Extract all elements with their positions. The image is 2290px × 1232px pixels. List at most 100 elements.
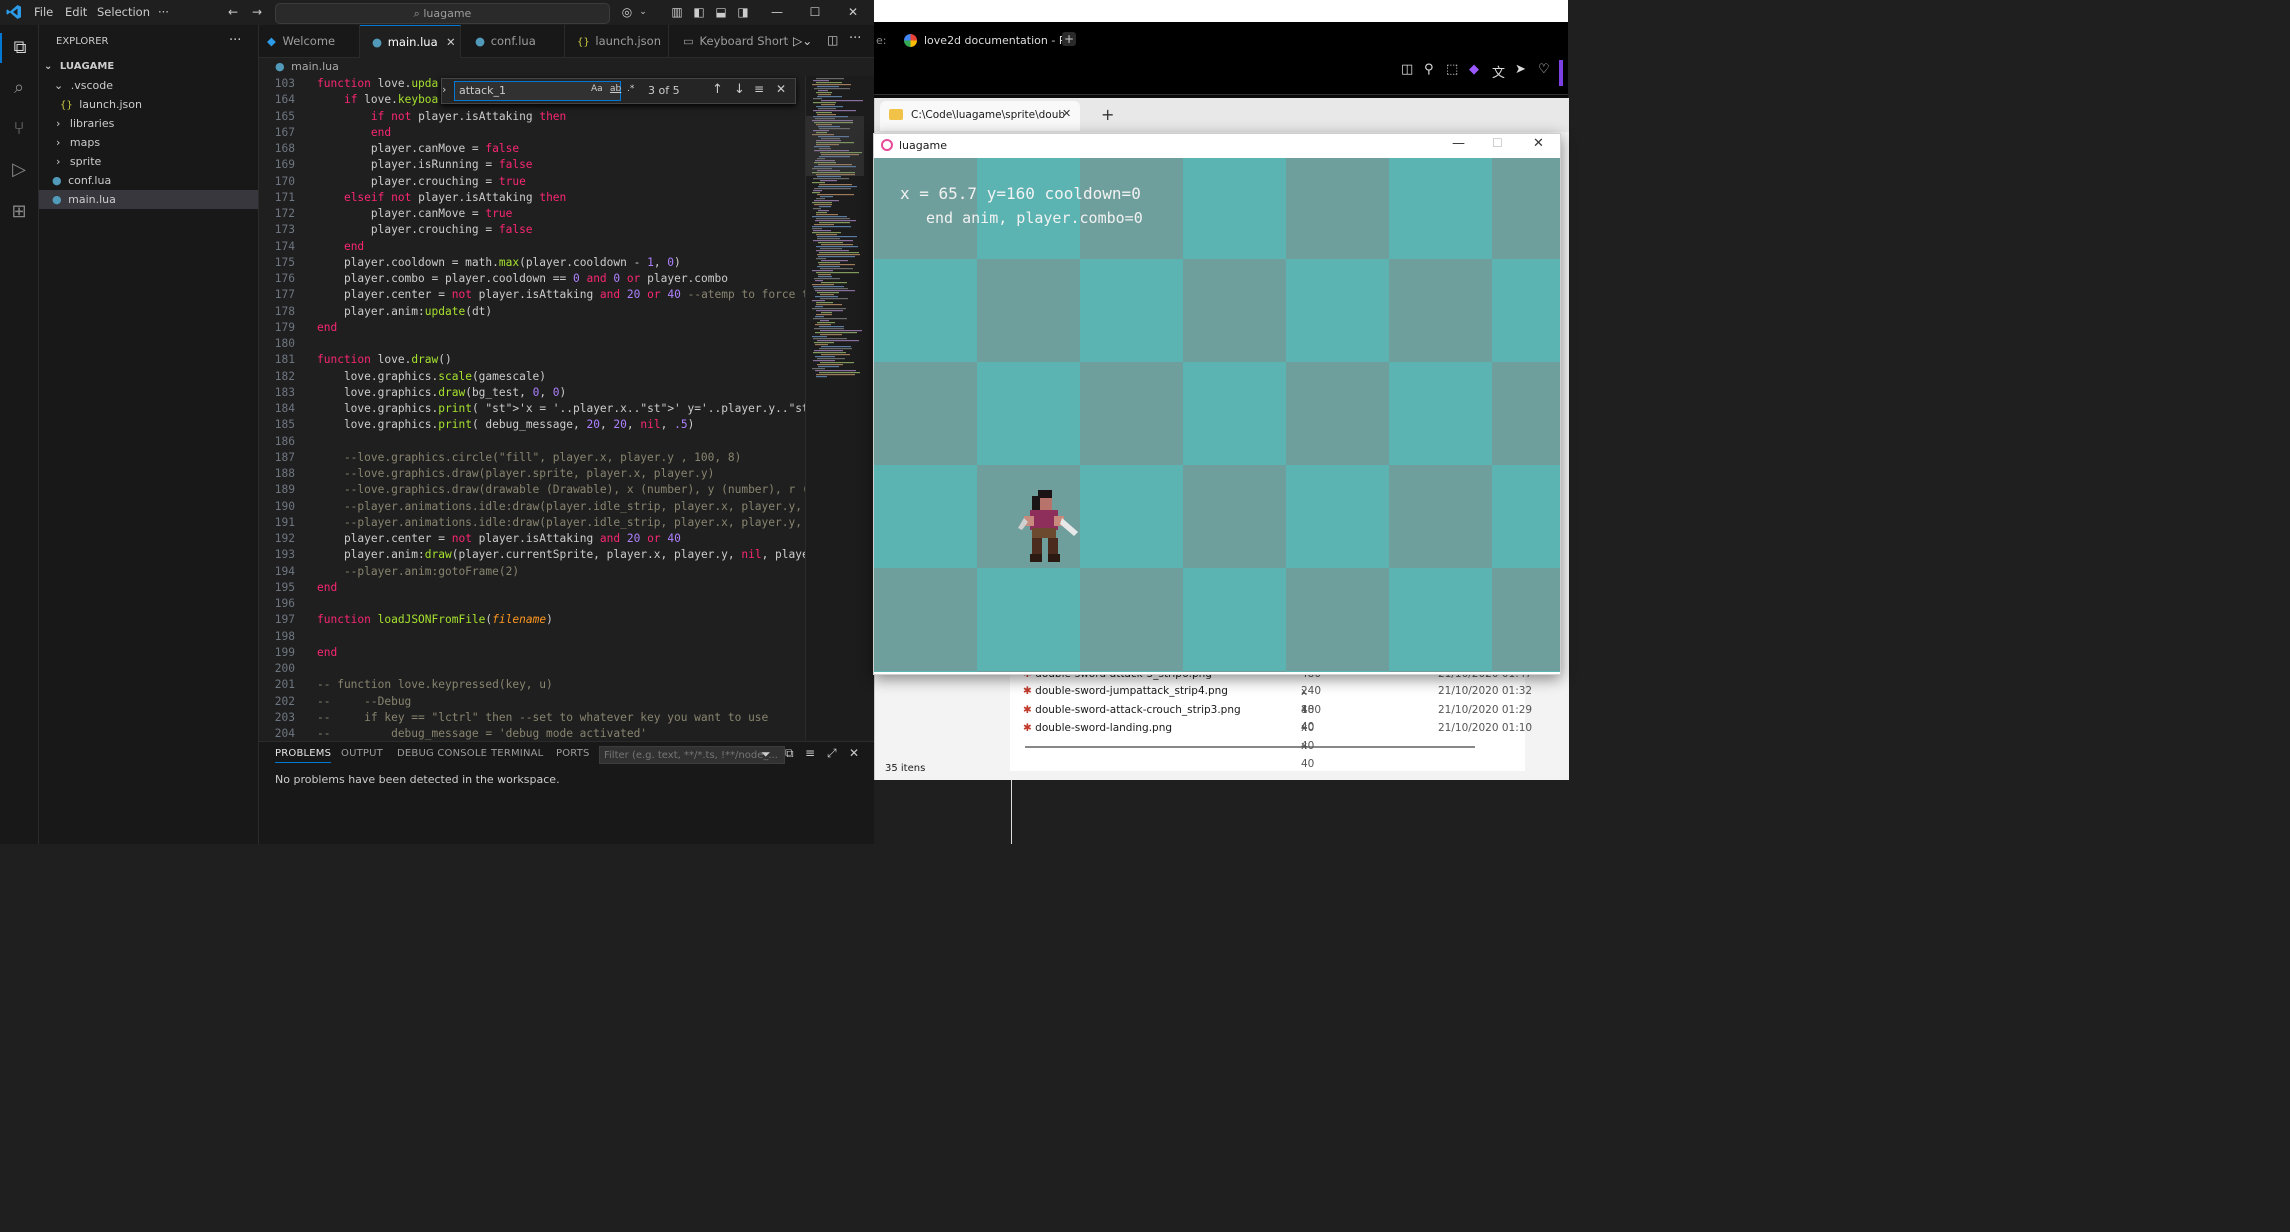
browser-tab-partial[interactable]: e: bbox=[876, 34, 886, 47]
collapse-all-icon[interactable]: ⧉ bbox=[785, 746, 794, 761]
minimize-icon[interactable]: — bbox=[1452, 136, 1465, 151]
copilot-icon[interactable]: ◎ bbox=[620, 5, 634, 19]
tab-launch-json[interactable]: {} launch.json bbox=[565, 25, 669, 57]
tree-item-sprite[interactable]: › sprite bbox=[39, 152, 258, 171]
run-debug-icon[interactable]: ▷ bbox=[4, 155, 34, 185]
image-file-icon: ✱ bbox=[1023, 704, 1032, 716]
close-icon[interactable]: ✕ bbox=[776, 82, 786, 96]
new-tab-icon[interactable]: + bbox=[1101, 105, 1114, 124]
toggle-secondary-sidebar-icon[interactable]: ◨ bbox=[736, 5, 750, 19]
find-in-selection-icon[interactable]: ≡ bbox=[754, 82, 764, 96]
more-actions-icon[interactable]: ··· bbox=[229, 33, 241, 48]
panel-tab-terminal[interactable]: TERMINAL bbox=[491, 748, 543, 759]
line-number: 185 bbox=[274, 418, 295, 432]
match-case-toggle[interactable]: Aa bbox=[591, 84, 603, 94]
browser-tab-love2d[interactable]: love2d documentation - P bbox=[898, 27, 1065, 55]
run-debug-icon[interactable]: ▷⌄ bbox=[793, 34, 812, 48]
regex-toggle[interactable]: .* bbox=[627, 84, 634, 94]
tree-item-vscode[interactable]: ⌄ .vscode bbox=[39, 76, 258, 95]
file-row[interactable]: ✱ double-sword-attack-crouch_strip3.png … bbox=[1023, 701, 1532, 752]
search-icon[interactable]: ⌕ bbox=[4, 73, 34, 103]
extensions-icon[interactable]: ⊞ bbox=[4, 197, 34, 227]
keyboard-icon: ▭ bbox=[683, 34, 694, 48]
file-name: double-sword-landing.png bbox=[1035, 722, 1173, 734]
maximize-icon[interactable]: ☐ bbox=[1492, 136, 1503, 150]
minimap-slider[interactable] bbox=[806, 116, 864, 176]
minimap-line bbox=[819, 348, 852, 350]
screenshot-icon[interactable]: ⬚ bbox=[1446, 62, 1458, 77]
horizontal-scrollbar[interactable] bbox=[1025, 746, 1475, 748]
panel-tab-debug-console[interactable]: DEBUG CONSOLE bbox=[397, 748, 487, 759]
more-actions-icon[interactable]: ··· bbox=[849, 31, 861, 46]
minimap-line bbox=[814, 342, 834, 344]
close-tab-icon[interactable]: ✕ bbox=[1062, 107, 1071, 120]
split-editor-icon[interactable]: ◫ bbox=[827, 33, 838, 47]
command-center[interactable]: ⌕ luagame bbox=[275, 3, 610, 24]
file-row[interactable]: ✱ double-sword-jumpattack_strip4.png 240… bbox=[1023, 682, 1532, 733]
tab-keyboard-shortcuts[interactable]: ▭ Keyboard Shortcu bbox=[669, 25, 789, 57]
code-line: love.graphics.print( debug_message, 20, … bbox=[317, 418, 695, 432]
tab-main-lua[interactable]: ● main.lua ✕ bbox=[360, 25, 461, 58]
tab-welcome[interactable]: ◆ Welcome bbox=[259, 25, 360, 57]
file-row[interactable]: ✱ double-sword-landing.png 40 x 40 21/10… bbox=[1023, 719, 1532, 770]
send-icon[interactable]: ➤ bbox=[1515, 62, 1526, 77]
menu-file[interactable]: File bbox=[34, 5, 53, 19]
maximize-panel-icon[interactable]: ⤢ bbox=[827, 746, 837, 761]
whole-word-toggle[interactable]: ab bbox=[610, 84, 621, 94]
pin-icon[interactable]: ⚲ bbox=[1424, 62, 1434, 77]
toggle-panel-icon[interactable]: ⬓ bbox=[714, 5, 728, 19]
tree-item-conf-lua[interactable]: ● conf.lua bbox=[39, 171, 258, 190]
menu-edit[interactable]: Edit bbox=[65, 5, 87, 19]
forward-arrow-icon[interactable]: → bbox=[250, 5, 264, 19]
tab-conf-lua[interactable]: ● conf.lua bbox=[461, 25, 565, 57]
panel-tab-problems[interactable]: PROBLEMS bbox=[275, 748, 332, 763]
tree-item-maps[interactable]: › maps bbox=[39, 133, 258, 152]
extension-shield-icon[interactable]: ◆ bbox=[1469, 62, 1479, 77]
source-control-icon[interactable]: ⑂ bbox=[4, 114, 34, 144]
breadcrumb[interactable]: ● main.lua bbox=[259, 58, 339, 76]
tree-item-label: conf.lua bbox=[68, 174, 112, 187]
new-tab-icon[interactable]: + bbox=[1062, 32, 1076, 46]
explorer-icon[interactable]: ⧉ bbox=[0, 33, 38, 63]
minimap-line bbox=[816, 374, 855, 376]
game-canvas[interactable]: x = 65.7 y=160 cooldown=0 end anim, play… bbox=[874, 158, 1560, 672]
code-editor[interactable]: 103 164 165 167 168 169 170 171 172 173 174 175 176 1… bbox=[259, 76, 805, 740]
minimap[interactable] bbox=[805, 76, 874, 740]
close-icon[interactable]: ✕ bbox=[1533, 136, 1544, 151]
minimap-line bbox=[812, 300, 825, 302]
close-icon[interactable]: ✕ bbox=[846, 5, 860, 19]
tree-item-launch-json[interactable]: {} launch.json bbox=[39, 95, 258, 114]
translate-icon[interactable]: 文 bbox=[1492, 62, 1505, 81]
maximize-icon[interactable]: ☐ bbox=[808, 5, 822, 19]
problems-filter-input[interactable] bbox=[599, 746, 785, 764]
tree-item-libraries[interactable]: › libraries bbox=[39, 114, 258, 133]
panel-tab-output[interactable]: OUTPUT bbox=[341, 748, 383, 759]
love2d-icon bbox=[881, 139, 893, 151]
minimap-line bbox=[817, 236, 857, 238]
code-line: end bbox=[343, 239, 365, 253]
panel-tab-ports[interactable]: PORTS bbox=[556, 748, 590, 759]
minimize-icon[interactable]: — bbox=[770, 5, 784, 19]
find-input[interactable]: attack_1 Aa ab .* bbox=[454, 81, 634, 101]
tree-item-main-lua[interactable]: ● main.lua bbox=[39, 190, 258, 209]
file-explorer-tab[interactable]: C:\Code\luagame\sprite\doub ✕ bbox=[880, 101, 1080, 131]
previous-match-icon[interactable]: ↑ bbox=[712, 82, 723, 97]
reader-view-icon[interactable]: ◫ bbox=[1401, 62, 1413, 77]
close-tab-icon[interactable]: ✕ bbox=[446, 26, 456, 58]
line-number: 198 bbox=[274, 629, 295, 643]
menu-more[interactable]: ··· bbox=[158, 5, 169, 19]
next-match-icon[interactable]: ↓ bbox=[734, 82, 745, 97]
checker-tile bbox=[874, 671, 977, 672]
back-arrow-icon[interactable]: ← bbox=[226, 5, 240, 19]
view-as-list-icon[interactable]: ≡ bbox=[805, 746, 815, 760]
heart-icon[interactable]: ♡ bbox=[1538, 62, 1550, 77]
menu-selection[interactable]: Selection bbox=[97, 5, 150, 19]
chevron-right-icon[interactable]: › bbox=[442, 83, 446, 96]
layout-icon[interactable]: ▥ bbox=[670, 5, 684, 19]
toggle-sidebar-icon[interactable]: ◧ bbox=[692, 5, 706, 19]
close-panel-icon[interactable]: ✕ bbox=[849, 746, 859, 760]
project-root[interactable]: ⌄ LUAGAME bbox=[39, 57, 258, 76]
chevron-down-icon[interactable]: ⌄ bbox=[636, 5, 650, 19]
filter-icon[interactable]: ⏷ bbox=[761, 747, 771, 762]
minimap-line bbox=[816, 78, 844, 80]
